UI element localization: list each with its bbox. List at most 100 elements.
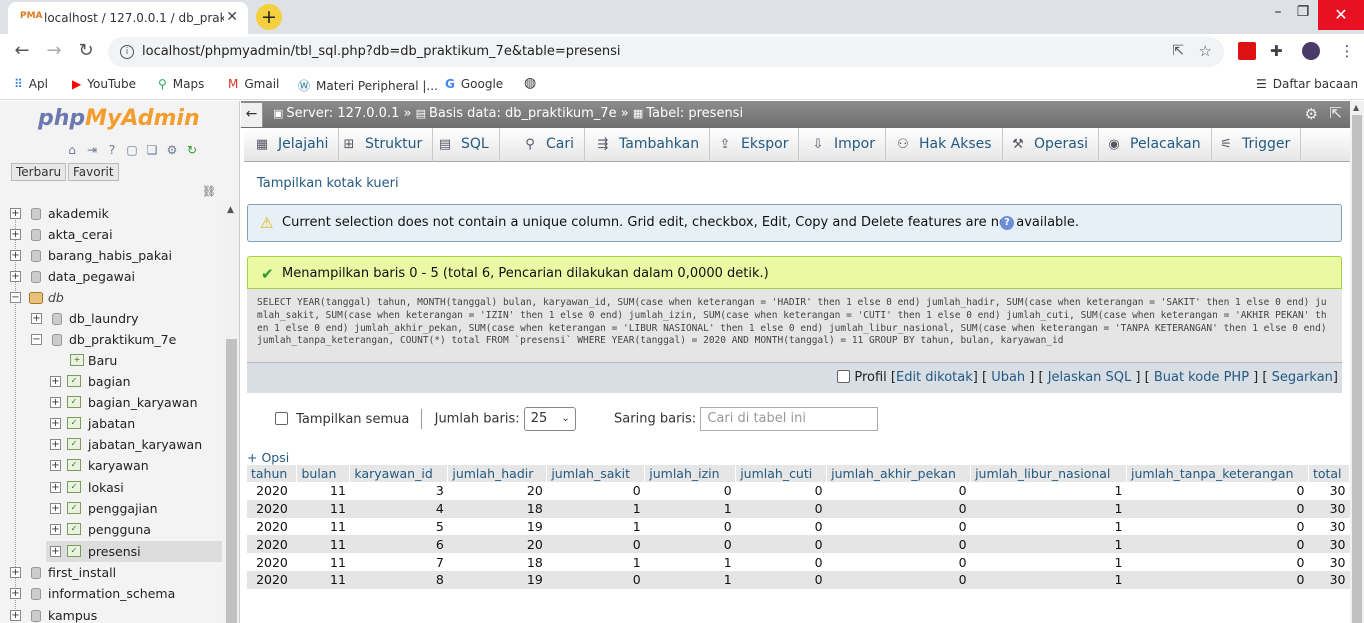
maximize-icon[interactable]: ❐ — [1293, 4, 1313, 20]
tab-recent[interactable]: Terbaru — [11, 163, 67, 181]
tab-browse[interactable]: ▦ Jelajahi — [244, 128, 340, 162]
close-tab-icon[interactable]: ✕ — [226, 9, 238, 25]
tab-triggers[interactable]: ⚟ Trigger — [1208, 128, 1302, 162]
tab-favorites[interactable]: Favorit — [68, 163, 119, 181]
bookmark-materi[interactable]: Ⓦ Materi Peripheral |... — [298, 77, 438, 94]
bookmark-google[interactable]: G Google — [445, 77, 503, 91]
tree-node-db-praktikum-7e[interactable]: − db_praktikum_7e — [0, 329, 222, 350]
tree-node-jabatan[interactable]: + ✓ jabatan — [0, 413, 222, 434]
column-header[interactable]: jumlah_libur_nasional — [970, 465, 1127, 482]
profil-checkbox[interactable] — [837, 370, 851, 383]
tree-node-penggajian[interactable]: + ✓ penggajian — [0, 498, 222, 519]
edit-link[interactable]: Ubah — [991, 370, 1025, 385]
expand-icon[interactable]: + — [10, 250, 21, 261]
link-with-main-icon[interactable]: ⛓ — [202, 185, 216, 198]
explain-sql-link[interactable]: Jelaskan SQL — [1048, 370, 1132, 385]
scrollbar-thumb[interactable] — [226, 339, 237, 623]
query-window-icon[interactable]: ? — [104, 143, 120, 157]
minimize-icon[interactable]: – — [1268, 4, 1288, 20]
tab-insert[interactable]: ⇶ Tambahkan — [585, 128, 711, 162]
create-php-code-link[interactable]: Buat kode PHP — [1154, 370, 1249, 385]
expand-icon[interactable]: + — [50, 376, 61, 387]
tree-node-kampus[interactable]: + kampus — [0, 605, 222, 623]
expand-icon[interactable]: + — [31, 313, 42, 324]
tree-node-db-group[interactable]: − db — [0, 287, 222, 308]
tree-node-karyawan[interactable]: + ✓ karyawan — [0, 455, 222, 476]
tab-privileges[interactable]: ⚇ Hak Akses — [885, 128, 1003, 162]
scroll-up-icon[interactable]: ▲ — [227, 205, 234, 215]
bookmark-gmail[interactable]: M Gmail — [228, 77, 279, 91]
settings-gear-icon[interactable]: ⚙ — [164, 143, 180, 157]
nav-scrollbar[interactable]: ▲ — [223, 201, 239, 623]
column-header[interactable]: jumlah_hadir — [447, 465, 548, 482]
collapse-nav-button[interactable]: ← — [241, 103, 263, 127]
tree-node-new-table[interactable]: + Baru — [0, 350, 222, 371]
bookmark-star-icon[interactable]: ☆ — [1199, 42, 1212, 60]
show-all-checkbox[interactable] — [275, 411, 288, 425]
tree-node-jabatan-karyawan[interactable]: + ✓ jabatan_karyawan — [0, 434, 222, 455]
expand-icon[interactable]: + — [50, 482, 61, 493]
docs-icon[interactable]: ▢ — [124, 143, 140, 157]
collapse-top-icon[interactable]: ⇱ — [1329, 104, 1342, 122]
column-header[interactable]: jumlah_akhir_pekan — [826, 465, 972, 482]
site-info-icon[interactable]: i — [120, 45, 134, 59]
breadcrumb-table[interactable]: Tabel: presensi — [646, 106, 743, 121]
back-icon[interactable]: ← — [10, 40, 34, 61]
tab-search[interactable]: ⚲ Cari — [512, 128, 585, 162]
breadcrumb-database[interactable]: Basis data: db_praktikum_7e — [429, 106, 617, 121]
collapse-icon[interactable]: − — [31, 334, 42, 345]
home-icon[interactable]: ⌂ — [64, 143, 80, 157]
tab-structure[interactable]: ⊞ Struktur — [331, 128, 434, 162]
extensions-puzzle-icon[interactable]: ✚ — [1270, 42, 1288, 60]
share-icon[interactable]: ⇱ — [1172, 43, 1184, 59]
logout-icon[interactable]: ⇥ — [84, 143, 100, 157]
tree-node-information-schema[interactable]: + information_schema — [0, 583, 222, 604]
window-close-icon[interactable]: ✕ — [1318, 0, 1364, 30]
expand-icon[interactable]: + — [10, 208, 21, 219]
browser-tab[interactable]: PMA localhost / 127.0.0.1 / db_praktik ✕ — [8, 2, 248, 34]
tab-sql[interactable]: ▤ SQL — [427, 128, 500, 162]
expand-icon[interactable]: + — [10, 588, 21, 599]
column-header[interactable]: total — [1308, 465, 1351, 482]
pdf-extension-icon[interactable] — [1238, 42, 1256, 60]
scrollbar-thumb[interactable] — [1352, 115, 1362, 623]
column-header[interactable]: bulan — [296, 465, 351, 482]
expand-icon[interactable]: + — [10, 610, 21, 621]
new-tab-button[interactable]: + — [256, 4, 282, 30]
tab-tracking[interactable]: ◉ Pelacakan — [1096, 128, 1212, 162]
column-header[interactable]: karyawan_id — [349, 465, 449, 482]
expand-icon[interactable]: + — [50, 418, 61, 429]
refresh-link[interactable]: Segarkan — [1272, 370, 1333, 385]
settings-gear-icon[interactable]: ⚙ — [1305, 105, 1318, 123]
tree-node-lokasi[interactable]: + ✓ lokasi — [0, 477, 222, 498]
tree-node-bagian-karyawan[interactable]: + ✓ bagian_karyawan — [0, 392, 222, 413]
tab-export[interactable]: ⇪ Ekspor — [707, 128, 800, 162]
options-link[interactable]: + Opsi — [247, 450, 289, 465]
tree-node-bagian[interactable]: + ✓ bagian — [0, 371, 222, 392]
copy-icon[interactable]: ❏ — [144, 143, 160, 157]
column-header[interactable]: jumlah_izin — [644, 465, 737, 482]
tree-node-pengguna[interactable]: + ✓ pengguna — [0, 519, 222, 540]
rows-per-page-select[interactable]: 25 ⌄ — [523, 407, 576, 431]
expand-icon[interactable]: + — [50, 524, 61, 535]
bookmark-maps[interactable]: ⚲ Maps — [158, 77, 204, 91]
filter-rows-input[interactable]: Cari di tabel ini — [700, 407, 879, 431]
profile-avatar[interactable] — [1302, 42, 1320, 60]
bookmark-youtube[interactable]: ▶ YouTube — [72, 77, 136, 91]
phpmyadmin-logo[interactable]: phpMyAdmin — [38, 106, 200, 131]
help-icon[interactable]: ? — [1000, 216, 1014, 230]
globe-bookmark-icon[interactable]: ◍ — [524, 75, 536, 91]
show-query-box-link[interactable]: Tampilkan kotak kueri — [257, 176, 399, 191]
tree-node-db-laundry[interactable]: + db_laundry — [0, 308, 222, 329]
tree-node-barang-habis-pakai[interactable]: + barang_habis_pakai — [0, 245, 222, 266]
forward-icon[interactable]: → — [42, 40, 66, 61]
collapse-icon[interactable]: − — [10, 292, 21, 303]
expand-icon[interactable]: + — [50, 460, 61, 471]
scroll-up-icon[interactable]: ▲ — [1353, 103, 1359, 112]
tree-node-akta-cerai[interactable]: + akta_cerai — [0, 224, 222, 245]
breadcrumb-server[interactable]: Server: 127.0.0.1 — [286, 106, 399, 121]
expand-icon[interactable]: + — [50, 397, 61, 408]
reload-icon[interactable]: ↻ — [74, 40, 98, 61]
tree-node-presensi[interactable]: + ✓ presensi — [46, 541, 222, 562]
browser-menu-icon[interactable]: ⋮ — [1338, 42, 1356, 60]
